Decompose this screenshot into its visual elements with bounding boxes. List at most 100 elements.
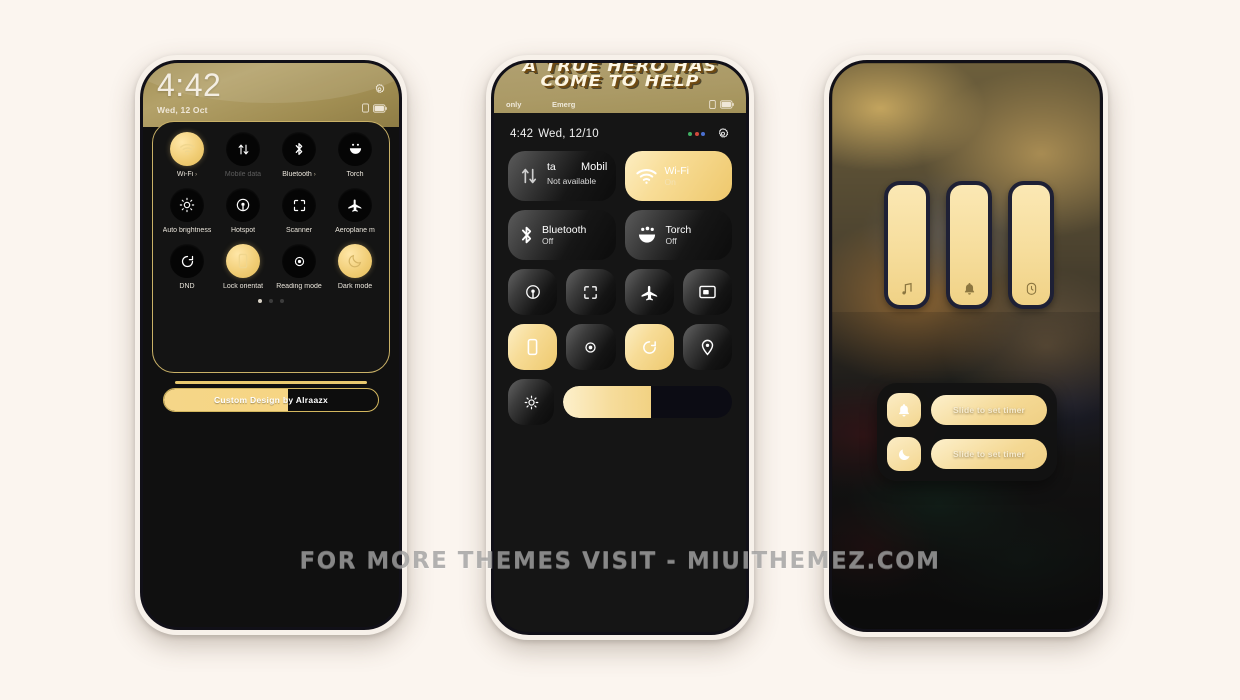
- phone-1-screen: 4:42 Wed, 12 Oct Wi-Fi › Mobile data Blu…: [140, 60, 402, 630]
- qs-tile-mobile-data[interactable]: Mobile data: [215, 132, 271, 178]
- status-icons: [709, 99, 734, 109]
- qs-label: Scanner: [285, 227, 313, 234]
- timer-row-ring: Slide to set timer: [887, 393, 1047, 427]
- clock-date: Wed, 12/10: [538, 128, 599, 140]
- lock-rotation-icon: [226, 244, 260, 278]
- pager-dot[interactable]: [280, 299, 284, 303]
- tile-subtitle: Not available: [547, 176, 597, 186]
- more-options-icon[interactable]: [688, 132, 705, 136]
- carrier-text-2: Emerg: [552, 99, 576, 109]
- tile-lock-orientation[interactable]: [508, 324, 558, 370]
- brightness-section: Custom Design by Alraazx: [163, 381, 379, 412]
- tile-bluetooth[interactable]: Bluetooth Off: [508, 210, 616, 260]
- pager-dot[interactable]: [258, 299, 262, 303]
- volume-slider-alarm[interactable]: [1008, 181, 1054, 309]
- hotspot-icon: [524, 283, 542, 301]
- qs-label: Hotspot: [230, 227, 256, 234]
- lock-rotation-icon: [525, 338, 540, 356]
- brightness-slider[interactable]: Custom Design by Alraazx: [163, 388, 379, 412]
- qs-tile-wifi[interactable]: Wi-Fi ›: [159, 132, 215, 178]
- qs-tile-aeroplane[interactable]: Aeroplane m: [327, 188, 383, 234]
- settings-gear-icon[interactable]: [716, 127, 730, 141]
- tile-subtitle: Off: [542, 236, 554, 247]
- timer-slider-dnd[interactable]: Slide to set timer: [931, 439, 1047, 469]
- tile-title: Torch: [665, 223, 692, 236]
- tile-dnd[interactable]: [624, 324, 674, 370]
- qs-label: Dark mode: [337, 283, 373, 290]
- brightness-slider[interactable]: [563, 386, 732, 418]
- tile-scanner[interactable]: [566, 269, 616, 315]
- phone-2-control-center: A TRUE HERO HAS COME TO HELP only Emerg: [486, 55, 754, 640]
- media-icon: [888, 282, 926, 296]
- phone-1-quick-settings: 4:42 Wed, 12 Oct Wi-Fi › Mobile data Blu…: [135, 55, 407, 635]
- qs-tile-scanner[interactable]: Scanner: [271, 188, 327, 234]
- dnd-icon: [170, 244, 204, 278]
- tile-mobile-data[interactable]: ta Mobil Not available: [508, 151, 616, 201]
- carrier-text-1: only: [506, 99, 522, 109]
- tile-wifi[interactable]: Wi-Fi On: [624, 151, 732, 201]
- tiles-container: ta Mobil Not available Wi-Fi On Bluetoot…: [494, 151, 746, 425]
- qs-tile-auto-brightness[interactable]: Auto brightness: [159, 188, 215, 234]
- status-icons: [362, 103, 387, 113]
- qs-tile-torch[interactable]: Torch: [327, 132, 383, 178]
- tile-torch[interactable]: Torch Off: [624, 210, 732, 260]
- status-bar: only Emerg: [494, 97, 746, 111]
- torch-icon: [338, 132, 372, 166]
- volume-slider-ring[interactable]: [946, 181, 992, 309]
- tile-row-2: Bluetooth Off Torch Off: [508, 210, 732, 260]
- tile-cast[interactable]: [682, 269, 732, 315]
- tile-subtitle: On: [664, 177, 676, 188]
- timer-slider-ring[interactable]: Slide to set timer: [931, 395, 1047, 425]
- control-center-header: 4:42 Wed, 12/10: [494, 113, 746, 151]
- quick-settings-grid: Wi-Fi › Mobile data Bluetooth › Torch Au…: [159, 132, 383, 290]
- tile-location[interactable]: [682, 324, 732, 370]
- sim-icon: [362, 103, 369, 113]
- volume-sliders: [884, 181, 1054, 309]
- pager-dot[interactable]: [269, 299, 273, 303]
- qs-tile-dnd[interactable]: DND: [159, 244, 215, 290]
- wifi-icon: [170, 132, 204, 166]
- settings-gear-icon[interactable]: [373, 83, 386, 96]
- qs-label: Torch: [346, 171, 364, 178]
- wifi-icon: [635, 167, 658, 185]
- reading-mode-icon: [582, 339, 599, 356]
- tile-title: Bluetooth: [542, 223, 587, 236]
- tile-row-3: [508, 269, 732, 315]
- tile-reading-mode[interactable]: [566, 324, 616, 370]
- brightness-slider-fill: [563, 386, 651, 418]
- brightness-button[interactable]: [508, 379, 554, 425]
- battery-icon: [720, 99, 734, 109]
- phone-3-screen: Slide to set timer Slide to set timer: [829, 60, 1103, 632]
- qs-tile-bluetooth[interactable]: Bluetooth ›: [271, 132, 327, 178]
- moon-button[interactable]: [887, 437, 921, 471]
- caret-icon: ›: [195, 172, 198, 178]
- qs-tile-hotspot[interactable]: Hotspot: [215, 188, 271, 234]
- tile-title: Wi-Fi: [664, 164, 690, 177]
- sim-icon: [709, 99, 716, 109]
- tile-row-4: [508, 324, 732, 370]
- qs-label: Lock orientat: [222, 283, 264, 290]
- tile-aeroplane[interactable]: [624, 269, 674, 315]
- tile-title-overlap-b: Mobil: [581, 161, 608, 173]
- qs-label: Auto brightness: [162, 227, 212, 234]
- wallpaper-strip: A TRUE HERO HAS COME TO HELP only Emerg: [494, 63, 746, 113]
- pager-dots[interactable]: [159, 299, 383, 303]
- qs-tile-reading-mode[interactable]: Reading mode: [271, 244, 327, 290]
- qs-label: DND: [179, 283, 195, 290]
- reading-mode-icon: [282, 244, 316, 278]
- brightness-icon: [170, 188, 204, 222]
- tile-title-overlap-a: ta: [547, 161, 556, 173]
- clock-time: 4:42: [510, 128, 534, 140]
- caret-icon: ›: [313, 172, 316, 178]
- divider: [175, 381, 367, 384]
- ring-icon: [950, 282, 988, 296]
- scanner-icon: [582, 284, 599, 301]
- volume-slider-media[interactable]: [884, 181, 930, 309]
- qs-tile-dark-mode[interactable]: Dark mode: [327, 244, 383, 290]
- tile-hotspot[interactable]: [508, 269, 558, 315]
- qs-tile-lock-orientation[interactable]: Lock orientat: [215, 244, 271, 290]
- wallpaper-text-line-2: COME TO HELP: [540, 72, 700, 90]
- bell-button[interactable]: [887, 393, 921, 427]
- moon-icon: [897, 447, 912, 462]
- phone-2-screen: A TRUE HERO HAS COME TO HELP only Emerg: [491, 60, 749, 635]
